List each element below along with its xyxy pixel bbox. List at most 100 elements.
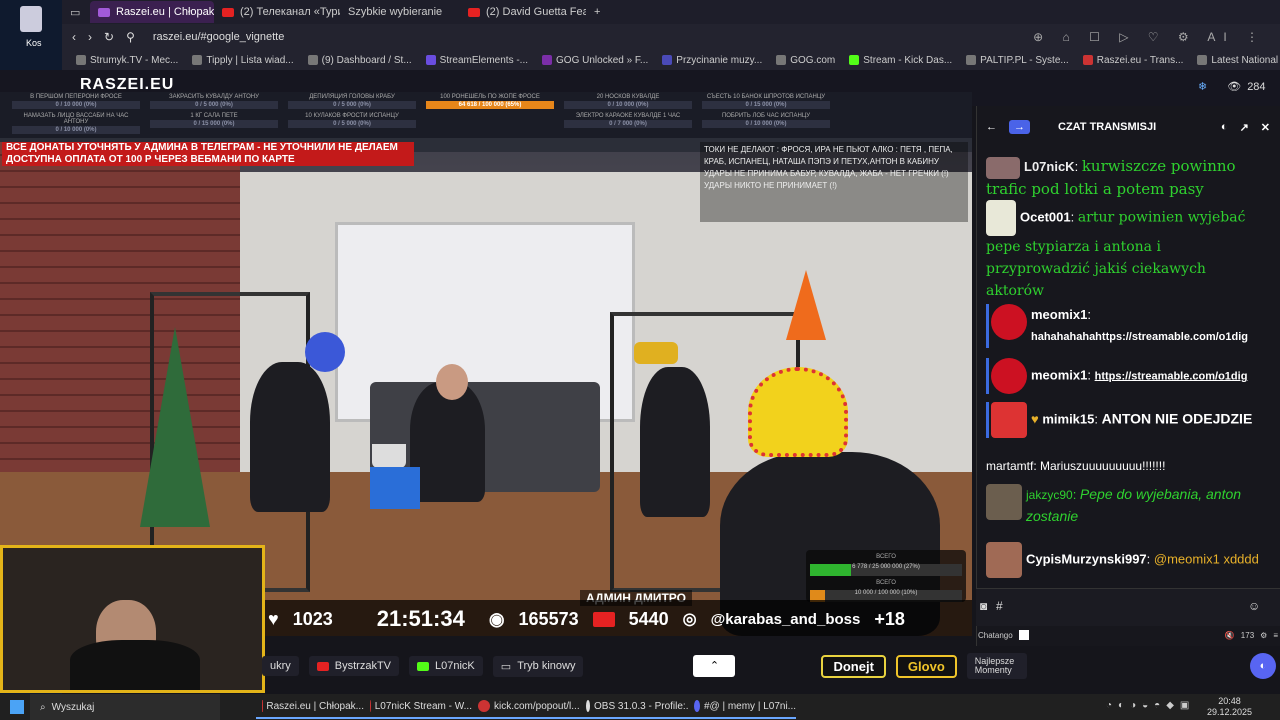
bookmark-item[interactable]: (9) Dashboard / St... [307,55,412,66]
discord-icon [694,700,700,712]
site-info-icon[interactable]: ⚲ [126,30,135,44]
bookmark-item[interactable]: Latest National Co... [1197,55,1280,66]
recycle-bin-icon[interactable] [20,6,42,32]
person-yellow-hat [640,367,710,517]
settings-icon[interactable]: ⚙ [1260,631,1267,640]
bookmark-item[interactable]: Przycinanie muzy... [662,55,762,66]
taskbar-item[interactable]: L07nicK Stream - W... [364,695,472,719]
chat-username[interactable]: CypisMurzynski997 [1026,551,1147,566]
eye-icon: ◉ [488,608,505,629]
browser-tab-bar: ▭ Raszei.eu | Chłopaki z Ras (2) Телекан… [62,0,1280,24]
close-chat-icon[interactable]: ✕ [1261,121,1270,134]
nav-item-cinema[interactable]: ▭ Tryb kinowy [492,655,584,677]
chat-username[interactable]: meomix1 [1031,367,1087,382]
back-icon[interactable]: ‹ [72,30,76,44]
browser-toolbar-icons[interactable]: ⊕ ⌂ ☐ ▷ ♡ ⚙ AI ⋮ [1033,30,1266,44]
chat-input-area[interactable]: ◙ # ☺ [976,588,1280,626]
chat-message: meomix1: https://streamable.com/o1dig [986,358,1266,394]
chat-text: ANTON NIE ODEJDZIE [1101,410,1253,427]
discord-icon[interactable]: ◐ [1221,121,1228,133]
bookmarks-bar: Strumyk.TV - Mec... Tipply | Lista wiad.… [62,50,1280,70]
discord-icon[interactable]: ◐ [1250,653,1276,679]
tab-speed-dial[interactable]: Szybkie wybieranie [340,1,460,23]
tray-icons[interactable]: ◔◐◑◒◓◆▣ [1106,700,1195,711]
donate-button[interactable]: Donejt [821,654,886,678]
glovo-button[interactable]: Glovo [895,654,957,678]
chat-username[interactable]: martamtf [986,459,1033,473]
url-field[interactable]: raszei.eu/#google_vignette [153,31,284,43]
taskbar-item[interactable]: Raszei.eu | Chłopak... [256,695,364,719]
chat-link[interactable]: https://streamable.com/o1dig [1095,370,1248,382]
tab-label: Szybkie wybieranie [348,6,443,18]
forward-arrow-icon[interactable]: → [1009,120,1030,134]
chat-username[interactable]: Ocet001 [1020,209,1071,224]
tab-guetta[interactable]: (2) David Guetta Feat. [460,1,586,23]
instagram-handle: @karabas_and_boss [710,610,861,628]
mute-icon[interactable]: 🔇 [1225,631,1235,640]
chatango-label[interactable]: Chatango [978,631,1013,640]
taskbar-search[interactable]: ⌕ Wyszukaj [30,694,220,720]
bookmark-icon [192,55,203,65]
best-moments-button[interactable]: Najlepsze Momenty [966,653,1027,679]
nav-item[interactable]: ukry [262,656,299,676]
popout-icon[interactable]: ↗ [1240,121,1249,134]
clock-date: 29.12.2025 [1206,707,1252,717]
bookmark-item[interactable]: GOG Unlocked » F... [542,55,648,66]
new-tab-button[interactable]: + [586,1,606,23]
windows-taskbar: ⌕ Wyszukaj Raszei.eu | Chłopak... L07nicK… [0,694,1280,720]
bookmark-item[interactable]: Tipply | Lista wiad... [192,55,294,66]
avatar [986,542,1022,578]
chat-message: ♥ mimik15: ANTON NIE ODEJDZIE [986,402,1266,438]
age-rating: +18 [874,608,905,629]
address-bar: ‹ › ↻ ⚲ raszei.eu/#google_vignette ⊕ ⌂ ☐… [62,24,1280,50]
tab-label: (2) David Guetta Feat. [486,6,586,18]
bookmark-icon [662,55,673,65]
back-arrow-icon[interactable]: ← [986,121,997,133]
forward-icon[interactable]: › [88,30,92,44]
chat-username[interactable]: mimik15 [1042,411,1094,426]
bookmark-item[interactable]: PALTIP.PL - Syste... [966,55,1069,66]
nav-label: L07nicK [435,660,475,672]
taskbar-item[interactable]: kick.com/popout/l... [472,695,580,719]
cinema-icon: ▭ [500,660,512,673]
bookmark-label: Stream - Kick Das... [863,54,953,66]
tab-list-icon[interactable]: ▭ [62,1,90,23]
goal-item: 1 КГ САЛА ПЕТЕ 0 / 15 000 (0%) [150,113,278,136]
chat-input-prefix: # [996,599,1003,613]
chat-username[interactable]: L07nicK [1024,159,1075,174]
taskbar-item[interactable]: #@ | memy | L07ni... [688,695,796,719]
reload-icon[interactable]: ↻ [104,30,114,44]
volume-count: 173 [1240,630,1255,640]
youtube-icon [222,7,234,17]
bookmark-item[interactable]: GOG.com [776,55,835,66]
chevron-up-icon[interactable]: ⌃ [693,655,736,677]
task-label: kick.com/popout/l... [494,700,580,712]
nav-item-bystrzak[interactable]: BystrzakTV [308,656,400,676]
chat-username[interactable]: jakzyc90 [1026,488,1073,502]
bookmark-label: GOG Unlocked » F... [556,54,649,66]
camera-icon[interactable]: ◙ [980,599,987,613]
task-label: OBS 31.0.3 - Profile:... [594,700,688,712]
site-favicon-icon [98,7,110,17]
emoji-icon[interactable]: ☺ [1248,599,1260,613]
chat-username[interactable]: meomix1 [1031,307,1087,322]
tab-raszei[interactable]: Raszei.eu | Chłopaki z Ras [90,1,214,23]
bookmark-icon [76,55,86,65]
windows-start-icon[interactable] [10,700,24,714]
taskbar-item[interactable]: OBS 31.0.3 - Profile:... [580,695,688,719]
bookmark-item[interactable]: StreamElements -... [425,55,528,66]
goal-item: СЪЕСТЬ 10 БАНОК ШПРОТОВ ИСПАНЦУ 0 / 15 00… [702,94,830,111]
tab-telekanal[interactable]: (2) Телеканал «Турис [214,1,340,23]
views-count: 165573 [518,608,579,629]
bookmark-item[interactable]: Raszei.eu - Trans... [1082,55,1183,66]
taskbar-clock[interactable]: 20:48 29.12.2025 [1207,696,1252,718]
menu-icon[interactable]: ≡ [1273,631,1278,640]
bookmark-item[interactable]: Stream - Kick Das... [849,55,952,66]
goal-item: 100 РОНЕШЕЛЬ ПО ЖОПЕ ФРОСЕ 64 618 / 100 0… [426,94,554,111]
goal-progress-bar: 6 778 / 25 000 000 (27%) [810,564,962,576]
avatar [991,358,1027,394]
nav-item-l07nick[interactable]: L07nicK [409,656,483,676]
bookmark-icon [966,55,977,65]
bookmark-icon [1197,55,1208,65]
bookmark-item[interactable]: Strumyk.TV - Mec... [76,55,178,66]
